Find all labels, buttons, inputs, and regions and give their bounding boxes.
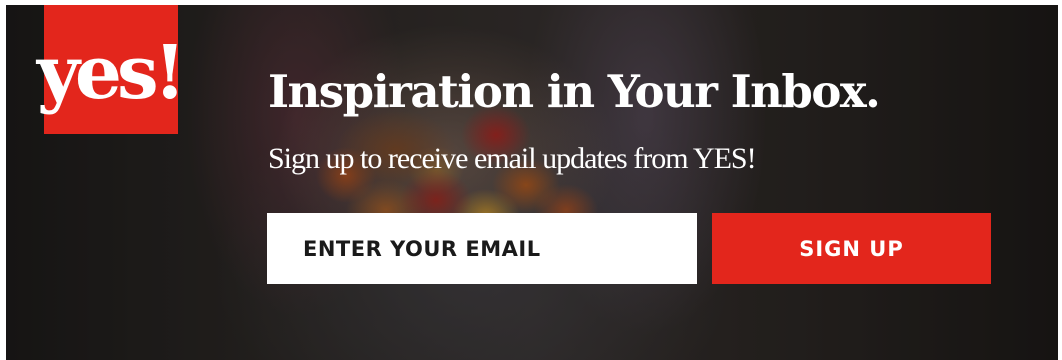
newsletter-subline: Sign up to receive email updates from YE… (268, 142, 757, 175)
sign-up-button[interactable]: SIGN UP (712, 213, 991, 284)
yes-logo[interactable]: yes! (37, 5, 186, 134)
newsletter-banner: yes! Inspiration in Your Inbox. Sign up … (6, 5, 1058, 360)
newsletter-headline: Inspiration in Your Inbox. (268, 65, 881, 118)
email-input[interactable] (267, 213, 697, 284)
logo-text: yes! (36, 29, 186, 116)
